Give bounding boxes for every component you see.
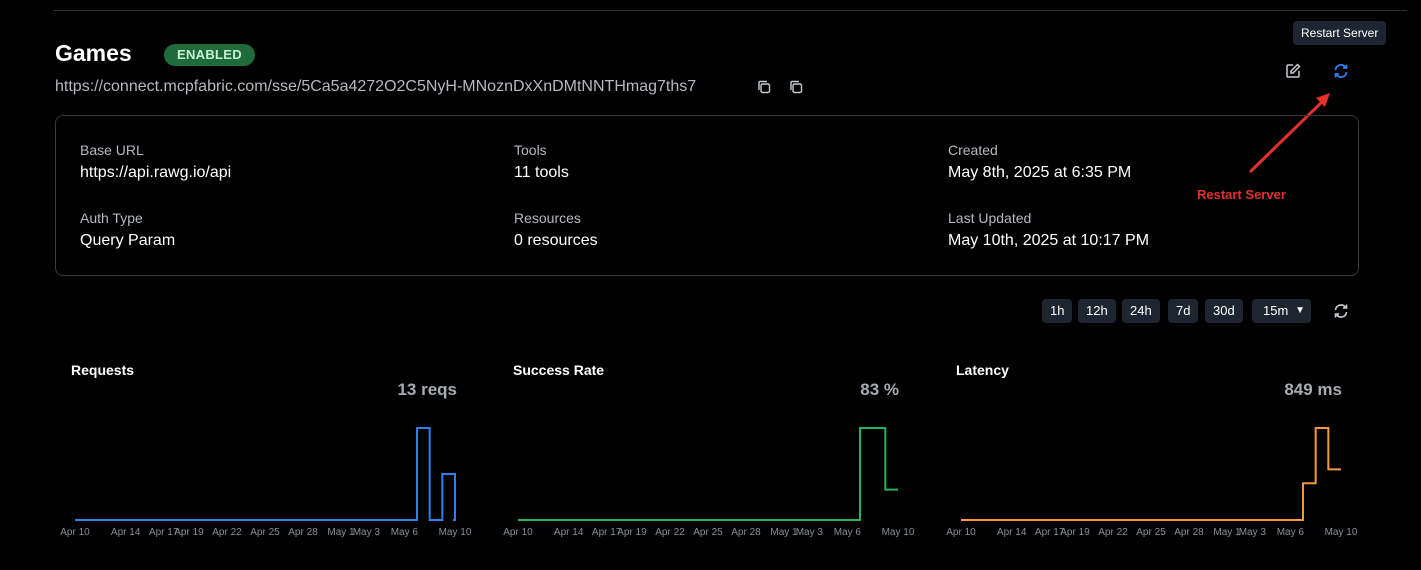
x-tick-label: May 6 <box>1277 527 1305 538</box>
x-tick-label: Apr 22 <box>655 527 685 538</box>
x-tick-label: Apr 25 <box>693 527 723 538</box>
x-tick-label: May 6 <box>391 527 419 538</box>
latency-chart-title: Latency <box>956 362 1009 378</box>
x-tick-label: Apr 10 <box>946 527 976 538</box>
x-tick-label: May 10 <box>882 527 915 538</box>
series-line <box>518 427 898 521</box>
x-tick-label: Apr 10 <box>503 527 533 538</box>
range-12h-button[interactable]: 12h <box>1078 299 1116 323</box>
refresh-charts-button[interactable] <box>1330 300 1352 322</box>
success-rate-chart-title: Success Rate <box>513 362 605 378</box>
x-tick-label: Apr 28 <box>288 527 318 538</box>
auth-type-label: Auth Type <box>80 210 143 226</box>
x-tick-label: May 3 <box>1239 527 1267 538</box>
success-rate-summary: 83 % <box>860 380 899 399</box>
edit-icon <box>1286 63 1301 78</box>
x-tick-label: May 1 <box>1213 527 1241 538</box>
x-tick-label: Apr 19 <box>1060 527 1090 538</box>
auth-type-value: Query Param <box>80 232 176 249</box>
copy-icon[interactable] <box>756 79 772 95</box>
x-tick-label: May 3 <box>796 527 824 538</box>
x-tick-label: Apr 28 <box>1174 527 1204 538</box>
resources-label: Resources <box>514 210 581 226</box>
x-tick-label: Apr 14 <box>554 527 584 538</box>
x-tick-label: Apr 25 <box>250 527 280 538</box>
created-label: Created <box>948 142 998 158</box>
x-tick-label: May 6 <box>834 527 862 538</box>
interval-select-value: 15m <box>1263 303 1289 318</box>
tools-label: Tools <box>514 142 547 158</box>
top-divider <box>53 10 1407 11</box>
requests-chart: Apr 10 Apr 14 Apr 17Apr 19 Apr 22 Apr 25 Apr … <box>60 427 472 538</box>
chevron-down-icon: ▼ <box>1295 305 1305 316</box>
x-tick-label: Apr 14 <box>111 527 141 538</box>
range-7d-button[interactable]: 7d <box>1168 299 1199 323</box>
x-tick-label: May 10 <box>439 527 472 538</box>
refresh-icon <box>1334 64 1348 78</box>
x-tick-label: May 1 <box>327 527 355 538</box>
requests-chart-title: Requests <box>71 362 135 378</box>
restart-tooltip: Restart Server <box>1293 21 1387 45</box>
last-updated-value: May 10th, 2025 at 10:17 PM <box>948 232 1150 249</box>
latency-summary: 849 ms <box>1284 380 1342 399</box>
last-updated-label: Last Updated <box>948 210 1032 226</box>
x-tick-label: May 3 <box>353 527 381 538</box>
x-tick-label: Apr 10 <box>60 527 90 538</box>
refresh-icon <box>1334 304 1348 318</box>
x-tick-label: Apr 22 <box>212 527 242 538</box>
x-tick-label: May 10 <box>1325 527 1358 538</box>
range-24h-button[interactable]: 24h <box>1122 299 1160 323</box>
requests-summary: 13 reqs <box>397 380 457 399</box>
connect-url: https://connect.mcpfabric.com/sse/5Ca5a4… <box>55 78 697 95</box>
x-tick-label: Apr 14 <box>997 527 1027 538</box>
base-url-value: https://api.rawg.io/api <box>80 164 232 181</box>
series-line <box>75 427 456 521</box>
x-tick-label: Apr 25 <box>1136 527 1166 538</box>
success-rate-chart: Apr 10 Apr 14 Apr 17Apr 19 Apr 22 Apr 25 Apr … <box>503 427 915 538</box>
x-tick-label: May 1 <box>770 527 798 538</box>
server-title: Games <box>55 40 132 66</box>
series-line <box>961 427 1341 521</box>
x-tick-label: Apr 28 <box>731 527 761 538</box>
latency-chart: Apr 10 Apr 14 Apr 17Apr 19 Apr 22 Apr 25 Apr … <box>946 427 1358 538</box>
tools-value: 11 tools <box>514 164 569 181</box>
restart-server-button[interactable] <box>1330 60 1352 82</box>
interval-select[interactable]: 15m ▼ <box>1252 299 1311 323</box>
x-tick-label: Apr 22 <box>1098 527 1128 538</box>
details-card: Base URL https://api.rawg.io/api Tools 1… <box>55 115 1359 276</box>
copy-icon[interactable] <box>788 79 804 95</box>
x-tick-label: Apr 19 <box>617 527 647 538</box>
created-value: May 8th, 2025 at 6:35 PM <box>948 164 1132 181</box>
range-1h-button[interactable]: 1h <box>1042 299 1073 323</box>
edit-button[interactable] <box>1282 60 1304 82</box>
base-url-label: Base URL <box>80 142 144 158</box>
x-tick-label: Apr 19 <box>174 527 204 538</box>
resources-value: 0 resources <box>514 232 598 249</box>
status-badge: ENABLED <box>164 44 255 66</box>
range-30d-button[interactable]: 30d <box>1205 299 1243 323</box>
